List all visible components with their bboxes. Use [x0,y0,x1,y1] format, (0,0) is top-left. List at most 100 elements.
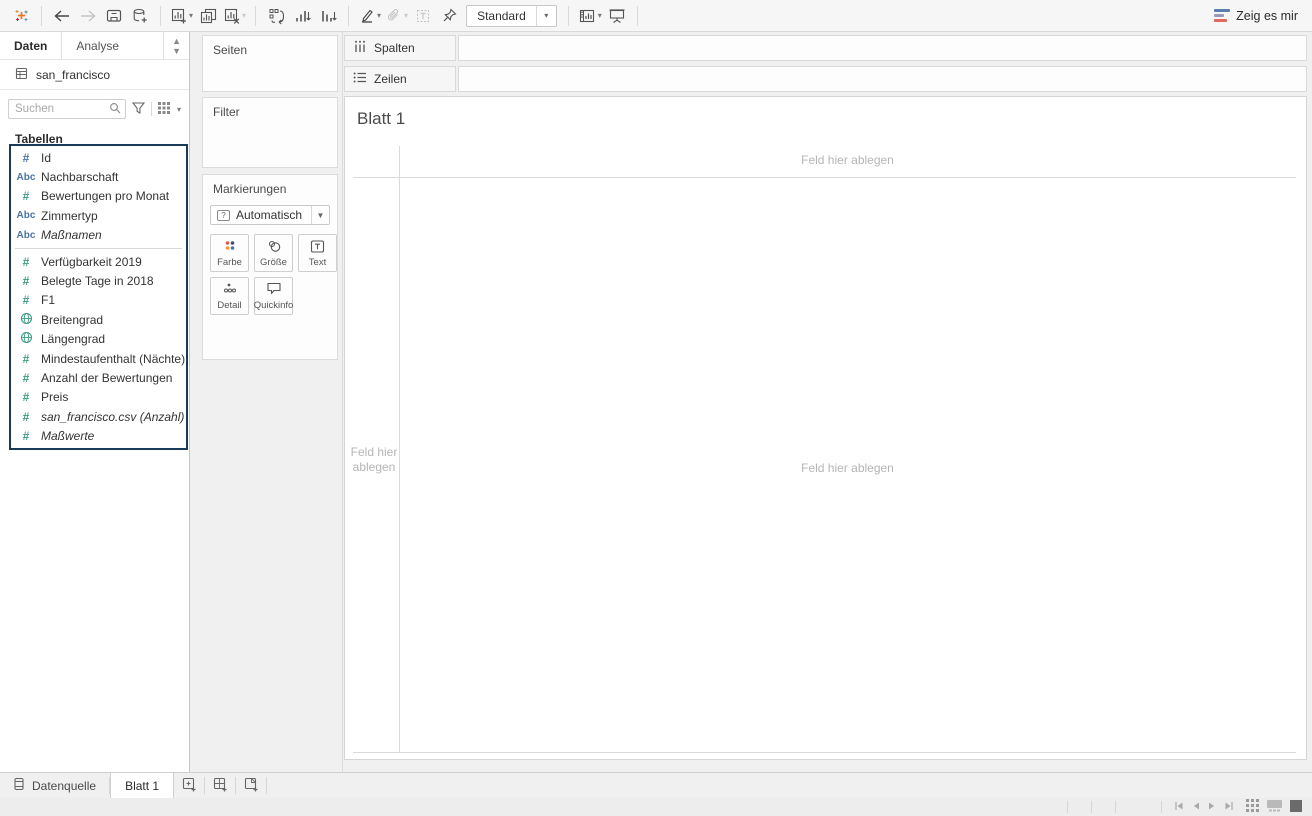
dimension-measure-divider [15,247,182,249]
mark-type-dropdown[interactable]: ? Automatisch ▼ [210,205,330,225]
undo-button[interactable] [49,3,75,29]
search-box[interactable] [8,99,126,119]
field-item[interactable]: # san_francisco.csv (Anzahl) [11,407,186,426]
fix-axes-button[interactable] [436,3,462,29]
drop-zone-columns[interactable]: Feld hier ablegen [399,153,1296,167]
mark-type-caret-icon[interactable]: ▼ [311,206,329,224]
group-members-button[interactable]: ▾ [383,3,410,29]
filter-fields-icon[interactable] [131,101,146,118]
add-datasource-button[interactable] [127,3,153,29]
field-item[interactable]: # Verfügbarkeit 2019 [11,252,186,271]
new-worksheet-tab-button[interactable] [174,773,204,798]
datasource-item[interactable]: san_francisco [0,60,189,90]
number-icon: # [22,370,30,385]
field-item[interactable]: Abc Zimmertyp [11,206,186,225]
tab-daten[interactable]: Daten [0,32,61,59]
field-item[interactable]: # Bewertungen pro Monat [11,187,186,206]
highlight-button[interactable]: ▾ [356,3,383,29]
view-options-icon[interactable] [157,101,171,118]
first-page-icon[interactable] [1174,800,1184,814]
pane-collapse-icon[interactable]: ▲ ▼ [163,32,189,59]
redo-button[interactable] [75,3,101,29]
sort-ascending-button[interactable] [289,3,315,29]
field-label: Verfügbarkeit 2019 [41,254,142,269]
drop-zone-rows[interactable]: Feld hier ablegen [349,445,399,475]
sheet-sorter-icon[interactable] [1246,799,1259,815]
field-item[interactable]: Breitengrad [11,310,186,329]
show-tabs-icon[interactable] [1290,799,1302,815]
datasource-name: san_francisco [36,67,111,82]
field-item[interactable]: # Anzahl der Bewertungen [11,368,186,387]
columns-shelf[interactable] [458,35,1307,61]
fit-selector-caret-icon[interactable]: ▾ [535,5,556,26]
rows-shelf[interactable] [458,66,1307,92]
detail-mark-button[interactable]: Detail [210,277,249,315]
field-item[interactable]: # Belegte Tage in 2018 [11,271,186,290]
field-item[interactable]: Abc Maßnamen [11,226,186,245]
sheet-tab-blatt-1[interactable]: Blatt 1 [110,773,175,798]
field-item[interactable]: # F1 [11,291,186,310]
new-worksheet-caret-icon[interactable]: ▾ [189,11,193,20]
sheet-view[interactable]: Blatt 1 Feld hier ablegen Feld hier able… [344,96,1307,760]
bottom-divider-horizontal [353,752,1296,753]
view-options-caret-icon[interactable]: ▾ [177,105,181,114]
number-icon: # [22,429,30,444]
redo-arrow-icon [78,8,98,24]
group-caret-icon[interactable]: ▾ [404,11,408,20]
tableau-logo-button[interactable] [8,3,34,29]
number-icon: # [22,351,30,366]
new-worksheet-tab-icon [181,776,198,796]
string-icon: Abc [16,171,36,183]
new-worksheet-button[interactable]: ▾ [168,3,195,29]
field-label: Maßnamen [41,228,102,243]
field-item[interactable]: # Preis [11,388,186,407]
field-label: Id [41,150,52,165]
filters-card[interactable]: Filter [202,97,338,168]
field-item[interactable]: # Id [11,148,186,167]
filmstrip-view-icon[interactable] [1267,799,1282,815]
show-hide-cards-caret-icon[interactable]: ▾ [598,11,602,20]
sheet-tab-bar: Datenquelle Blatt 1 [0,772,1312,798]
field-label: san_francisco.csv (Anzahl) [41,409,185,424]
highlight-caret-icon[interactable]: ▾ [377,11,381,20]
fit-selector[interactable]: Standard ▾ [466,4,557,27]
save-button[interactable] [101,3,127,29]
datasource-tab[interactable]: Datenquelle [0,773,109,798]
new-dashboard-button[interactable] [205,773,235,798]
show-mark-labels-button[interactable] [410,3,436,29]
duplicate-sheet-button[interactable] [195,3,221,29]
new-story-button[interactable] [236,773,266,798]
text-icon [310,239,325,254]
tab-analyse[interactable]: Analyse [61,32,133,59]
field-label: Belegte Tage in 2018 [41,274,154,289]
last-page-icon[interactable] [1224,800,1234,814]
field-label: Anzahl der Bewertungen [41,370,173,385]
field-item[interactable]: Abc Nachbarschaft [11,167,186,186]
search-input[interactable] [15,103,109,115]
toolbar-divider [160,5,161,26]
page-navigation [1161,801,1246,813]
datasource-icon [14,66,29,84]
next-page-icon[interactable] [1208,800,1216,814]
status-cell [1115,801,1161,813]
field-item[interactable]: # Maßwerte [11,426,186,445]
quickinfo-mark-button[interactable]: Quickinfo [254,277,293,315]
field-item[interactable]: Längengrad [11,330,186,349]
drop-zone-center[interactable]: Feld hier ablegen [399,461,1296,475]
clear-sheet-button[interactable]: ▾ [221,3,248,29]
clear-sheet-caret-icon[interactable]: ▾ [242,11,246,20]
field-label: Mindestaufenthalt (Nächte) [41,351,186,366]
pages-card[interactable]: Seiten [202,35,338,92]
farbe-mark-button[interactable]: Farbe [210,234,249,272]
show-hide-cards-button[interactable]: ▾ [576,3,604,29]
worksheet-area: Spalten Zeilen Blatt 1 Feld hier ablegen… [343,32,1312,772]
sort-descending-button[interactable] [315,3,341,29]
swap-rows-columns-button[interactable] [263,3,289,29]
presentation-mode-button[interactable] [604,3,630,29]
fit-selector-value: Standard [477,8,526,23]
field-item[interactable]: # Mindestaufenthalt (Nächte) [11,349,186,368]
show-me-button[interactable]: Zeig es mir [1208,9,1304,23]
text-mark-button[interactable]: Text [298,234,337,272]
previous-page-icon[interactable] [1192,800,1200,814]
gre-mark-button[interactable]: Größe [254,234,293,272]
